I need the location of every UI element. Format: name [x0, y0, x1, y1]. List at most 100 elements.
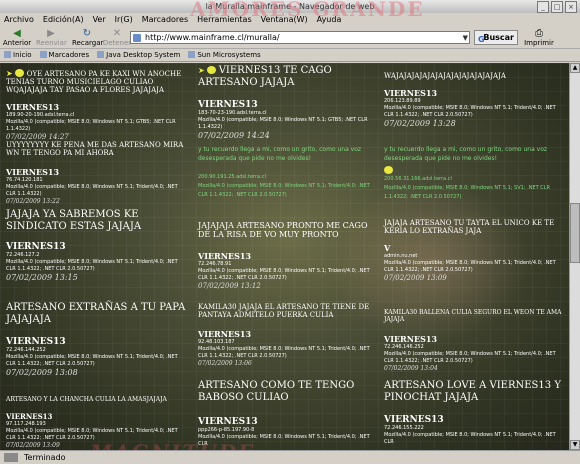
address-bar[interactable]: http://www.mainframe.cl/muralla/ ▼: [130, 31, 470, 44]
post-ip: 206.123.89.89: [384, 98, 421, 105]
post-text: y tu recuerdo llega a mi, como un grito,…: [384, 146, 548, 162]
minimize-button[interactable]: _: [537, 1, 549, 13]
post-text: ARTESANO Y LA CHANCHA CULIA LA AMASJAJAJ…: [6, 396, 167, 403]
site-favicon-icon: [133, 34, 141, 42]
post-ip: 72.246.127.2: [6, 252, 40, 258]
menu-marcadores[interactable]: Marcadores: [142, 13, 188, 27]
connection-icon: [4, 453, 18, 462]
scroll-up-arrow-icon[interactable]: ▲: [570, 63, 580, 73]
reload-label: Recargar: [72, 39, 104, 47]
navigation-toolbar: ◀ Anterior ▶ Reenviar ↻ Recargar ✕ Deten…: [0, 27, 580, 49]
post-ip: 72.246.78.91: [198, 261, 232, 268]
post-text: ARTESANO LOVE A VIERNES13 Y PINOCHAT JAJ…: [384, 380, 561, 403]
back-button[interactable]: ◀ Anterior: [2, 28, 32, 48]
close-button[interactable]: ×: [565, 1, 577, 13]
menu-archivo[interactable]: Archivo: [4, 13, 34, 27]
post-ip: 72.246.144.252: [6, 347, 46, 353]
status-text: Terminado: [24, 453, 66, 462]
post-author: VIERNES13: [6, 167, 60, 178]
post-author: VIERNES13: [198, 251, 252, 262]
post-text: KAMILA30 JAJAJA EL ARTESANO TE TIENE DE …: [198, 303, 370, 320]
post-ip: 183-70-23-190.adsl.terra.cl: [198, 110, 267, 116]
chevron-down-icon[interactable]: ▼: [463, 32, 468, 44]
status-bar: Terminado: [0, 450, 580, 464]
message-post: ➤ VIERNES13 TE CAGO ARTESANO JAJAJA VIERN…: [198, 65, 376, 140]
post-text: KAMILA30 BALLENA CULIA SEGURO EL WEON TE…: [384, 309, 562, 323]
post-user-agent: Mozilla/4.0 (compatible; MSIE 8.0; Windo…: [198, 183, 370, 198]
forward-button[interactable]: ▶ Reenviar: [36, 28, 67, 48]
post-user-agent: Mozilla/4.0 (compatible; MSIE 8.0; Windo…: [384, 105, 556, 119]
reload-button[interactable]: ↻ Recargar: [72, 28, 104, 48]
forward-arrow-icon: ▶: [47, 28, 55, 39]
post-user-agent: Mozilla/4.0 (compatible; MSIE 8.0; Windo…: [6, 259, 178, 272]
bookmark-java-desktop[interactable]: Java Desktop System: [97, 49, 180, 61]
post-date: 07/02/2009 13:04: [384, 364, 438, 372]
post-author: VIERNES13: [6, 242, 66, 252]
post-text: JAJAJAJA ARTESANO PRONTO ME CAGO DE LA R…: [198, 221, 368, 240]
smiley-icon: [14, 69, 24, 77]
search-button[interactable]: G Buscar: [474, 30, 518, 45]
message-post: UYYYYYYYY KE PENA ME DAS ARTESANO MIRA W…: [6, 141, 186, 205]
post-ip: 92.48.103.187: [198, 339, 235, 346]
bookmark-inicio[interactable]: Inicio: [4, 49, 32, 61]
message-post: ARTESANO COMO TE TENGO BABOSO CULIAO VIE…: [198, 380, 376, 448]
post-user-agent: Mozilla/4.0 (compatible; MSIE 8.0; Windo…: [198, 117, 368, 130]
vertical-scrollbar[interactable]: ▲ ▼: [569, 63, 580, 450]
post-text: ARTESANO COMO TE TENGO BABOSO CULIAO: [198, 380, 355, 403]
post-date: 07/02/2009 13:08: [6, 368, 78, 377]
post-author: VIERNES13: [6, 411, 53, 421]
stop-button[interactable]: ✕ Detener: [102, 28, 132, 48]
address-url: http://www.mainframe.cl/muralla/: [145, 33, 280, 42]
post-ip: 72.246.155.222: [384, 425, 424, 431]
post-author: VIERNES13: [198, 329, 252, 340]
print-label: Imprimir: [524, 39, 554, 47]
post-text: y tu recuerdo llega a mi, como un grito,…: [198, 146, 362, 162]
post-author: VIERNES13: [384, 88, 438, 99]
message-post: JAJAJA YA SABREMOS KE SINDICATO ESTAS JA…: [6, 209, 186, 282]
post-date: 07/02/2009 14:24: [198, 131, 270, 140]
post-user-agent: Mozilla/4.0 (compatible; MSIE 8.0; Windo…: [198, 346, 370, 360]
post-text: JAJAJA YA SABREMOS KE SINDICATO ESTAS JA…: [6, 209, 142, 232]
message-post: JAJAJAJA ARTESANO PRONTO ME CAGO DE LA R…: [198, 221, 376, 290]
post-user-agent: Mozilla/4.0 (compatible; MSIE 8.0; Windo…: [6, 119, 176, 133]
bookmark-sun-microsystems[interactable]: Sun Microsystems: [188, 49, 260, 61]
maximize-button[interactable]: □: [551, 1, 563, 13]
menu-edicion[interactable]: Edición(A): [43, 13, 84, 27]
back-arrow-icon: ◀: [13, 28, 21, 39]
scrollbar-thumb[interactable]: [570, 203, 580, 263]
post-user-agent: Mozilla/4.0 (compatible; MSIE 8.0; Windo…: [6, 184, 178, 198]
reload-icon: ↻: [82, 28, 92, 39]
menu-ver[interactable]: Ver: [93, 13, 106, 27]
post-text: UYYYYYYYY KE PENA ME DAS ARTESANO MIRA W…: [6, 141, 184, 158]
stop-icon: ✕: [112, 28, 122, 39]
post-date: 07/02/2009 13:15: [6, 273, 78, 282]
scroll-down-arrow-icon[interactable]: ▼: [570, 440, 580, 450]
printer-icon: ⎙: [535, 28, 543, 39]
menu-ir[interactable]: Ir(G): [115, 13, 133, 27]
post-user-agent: Mozilla/4.0 (compatible; MSIE 8.0; Windo…: [384, 260, 556, 274]
message-post: y tu recuerdo llega a mi, como un grito,…: [198, 145, 376, 200]
print-button[interactable]: ⎙ Imprimir: [524, 28, 554, 48]
post-text: ARTESANO EXTRAÑAS A TU PAPA JAJAJAJA: [6, 302, 186, 325]
stop-label: Detener: [102, 39, 132, 47]
post-arrow-icon: ➤: [198, 66, 205, 75]
page-content: ➤ OYE ARTESANO PA KE KAXI WN ANOCHE TENIA…: [0, 63, 580, 450]
bookmark-marcadores[interactable]: Marcadores: [40, 49, 90, 61]
message-post: WAJAJAJAJAJAJAJAJAJAJAJAJAJAJA VIERNES13…: [384, 72, 564, 128]
post-ip: 72.246.146.252: [384, 343, 424, 350]
post-user-agent: Mozilla/4.0 (compatible; MSIE 8.0; Windo…: [384, 350, 556, 364]
post-arrow-icon: ➤: [6, 69, 13, 78]
post-user-agent: Mozilla/4.0 (compatible; MSIE 8.0; Windo…: [384, 185, 550, 200]
post-ip: 200.90.191.25.adsl.terra.cl: [198, 174, 266, 180]
message-post: ARTESANO LOVE A VIERNES13 Y PINOCHAT JAJ…: [384, 380, 564, 446]
message-post: ➤ OYE ARTESANO PA KE KAXI WN ANOCHE TENIA…: [6, 69, 186, 141]
banner-watermark-top: AMORES GRANDE: [190, 0, 425, 21]
smiley-icon: [384, 166, 393, 174]
bookmarks-toolbar: Inicio Marcadores Java Desktop System Su…: [0, 49, 580, 62]
post-ip: 200.56.31.166.adsl.terra.cl: [384, 176, 452, 182]
post-date: 07/02/2009 13:28: [384, 119, 456, 129]
smiley-icon: [206, 66, 216, 74]
post-ip: 97.117.248.193: [6, 420, 46, 427]
post-author: V: [384, 243, 391, 254]
message-post: JAJAJA ARTESANO TU TAYTA EL UNICO KE TE …: [384, 219, 564, 282]
